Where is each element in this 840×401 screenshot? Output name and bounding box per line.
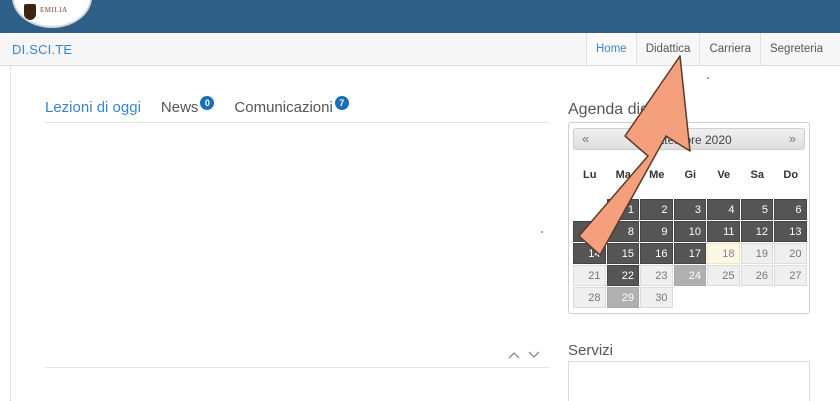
speck — [541, 231, 543, 233]
tab-news-label: News — [160, 99, 199, 116]
tab-comunicazioni[interactable]: Comunicazioni 7 — [234, 96, 349, 116]
nav-didattica[interactable]: Didattica — [635, 33, 700, 65]
calendar-day[interactable]: 21 — [573, 265, 606, 286]
top-banner — [0, 0, 840, 33]
calendar-day[interactable]: 12 — [740, 221, 773, 242]
calendar-weekday: Ve — [717, 169, 731, 181]
calendar-day[interactable]: 5 — [740, 199, 773, 220]
calendar-day[interactable]: 24 — [673, 265, 706, 286]
logo-text: EMILIA — [40, 6, 68, 14]
agenda-title: Agenda didattica — [568, 101, 688, 118]
calendar-day[interactable]: 16 — [640, 243, 673, 264]
calendar-day[interactable]: 10 — [673, 221, 706, 242]
calendar-weekday: Me — [649, 169, 665, 181]
calendar-day[interactable]: 17 — [673, 243, 706, 264]
calendar-day[interactable]: 27 — [774, 265, 807, 286]
calendar-day[interactable]: 13 — [774, 221, 807, 242]
panel-controls — [508, 350, 540, 360]
comunicazioni-count-badge: 7 — [334, 96, 349, 110]
servizi-panel — [568, 361, 810, 401]
double-chevron-right-icon[interactable]: » — [789, 131, 796, 146]
nav-carriera[interactable]: Carriera — [699, 33, 760, 65]
calendar-day[interactable]: 9 — [640, 221, 673, 242]
logo-emblem — [24, 4, 36, 20]
calendar-day[interactable]: 20 — [774, 243, 807, 264]
calendar-day[interactable]: 14 — [573, 243, 606, 264]
tab-news[interactable]: News 0 — [160, 96, 215, 116]
calendar-day[interactable]: 3 — [673, 199, 706, 220]
calendar-day[interactable]: 29 — [606, 287, 639, 308]
calendar-day[interactable]: 15 — [606, 243, 639, 264]
calendar-day[interactable]: 23 — [640, 265, 673, 286]
calendar-day[interactable]: 22 — [606, 265, 639, 286]
content-left-border — [10, 66, 11, 401]
calendar-day[interactable]: 30 — [640, 287, 673, 308]
calendar-weekday: Gi — [684, 169, 697, 181]
navbar: DI.SCI.TE Home Didattica Carriera Segret… — [0, 33, 840, 66]
calendar-days: 1 2 3 4 5 6 7 8 9 10 11 12 13 14 15 16 17 18 19 20 21 22 23 24 2… — [573, 199, 808, 309]
calendar-weekday: Ma — [615, 169, 631, 181]
calendar-day[interactable]: 6 — [774, 199, 807, 220]
calendar-weekday: Sa — [750, 169, 764, 181]
calendar-day[interactable]: 19 — [740, 243, 773, 264]
agenda-calendar: « Settembre 2020 » Lu Ma Me Gi Ve Sa Do 123456… — [568, 122, 810, 314]
speck — [707, 77, 709, 79]
calendar-month-label: Settembre 2020 — [646, 133, 732, 147]
tab-lezioni-di-oggi[interactable]: Lezioni di oggi — [45, 99, 141, 116]
tabs-divider — [45, 122, 549, 123]
calendar-header: « Settembre 2020 » — [573, 128, 805, 150]
calendar-weekdays: Lu Ma Me Gi Ve Sa Do — [573, 169, 808, 181]
news-count-badge: 0 — [200, 96, 215, 110]
calendar-weekday: Do — [783, 169, 799, 181]
calendar-day[interactable]: 4 — [707, 199, 740, 220]
calendar-day[interactable]: 11 — [707, 221, 740, 242]
main-nav: Home Didattica Carriera Segreteria — [586, 33, 832, 65]
chevron-down-icon[interactable] — [528, 350, 540, 360]
calendar-day[interactable]: 25 — [707, 265, 740, 286]
calendar-day[interactable]: 28 — [573, 287, 606, 308]
nav-segreteria[interactable]: Segreteria — [759, 33, 832, 65]
nav-home[interactable]: Home — [586, 33, 636, 65]
calendar-day[interactable]: 8 — [606, 221, 639, 242]
calendar-empty-cell — [573, 199, 606, 220]
servizi-title: Servizi — [568, 342, 614, 359]
calendar-day[interactable]: 1 — [606, 199, 639, 220]
calendar-day[interactable]: 7 — [573, 221, 606, 242]
tab-comunicazioni-label: Comunicazioni — [234, 99, 333, 116]
chevron-up-icon[interactable] — [508, 350, 520, 360]
calendar-day[interactable]: 26 — [740, 265, 773, 286]
calendar-weekday: Lu — [583, 169, 597, 181]
home-tabs: Lezioni di oggi News 0 Comunicazioni 7 — [45, 96, 369, 116]
brand-link[interactable]: DI.SCI.TE — [12, 42, 72, 57]
calendar-day[interactable]: 2 — [640, 199, 673, 220]
calendar-day[interactable]: 18 — [707, 243, 740, 264]
panel-bottom-divider — [45, 367, 549, 368]
